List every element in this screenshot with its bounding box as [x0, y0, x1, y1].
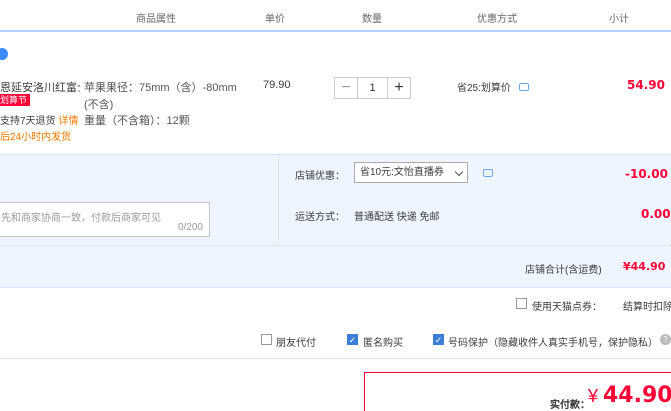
shop-discount-select[interactable]: 省10元:文怡直播券	[354, 162, 468, 183]
promo-tag: 划算节	[0, 94, 31, 106]
service-return: 支持7天退货	[0, 116, 56, 127]
item-attr-weight: 重量（不含箱）：12颗	[84, 115, 190, 127]
shop-badge-icon	[0, 48, 8, 60]
message-counter: 0/200	[177, 222, 203, 233]
item-attr-size-2: (不含)	[84, 99, 114, 111]
buyer-message-input[interactable]: 先和商家协商一致，付款后商家可见 0/200	[0, 202, 210, 237]
anonymous-label: 匿名购买	[363, 338, 403, 349]
item-title[interactable]: 恩延安洛川红富士…	[0, 79, 80, 95]
payment-label: 实付款：	[550, 400, 590, 411]
discount-info-icon[interactable]	[519, 83, 529, 91]
privacy-label: 号码保护（隐藏收件人真实手机号，保护隐私）	[448, 338, 658, 349]
item-subtotal: 54.90	[627, 78, 665, 92]
quantity-stepper: − 1 +	[334, 77, 411, 99]
message-placeholder: 先和商家协商一致，付款后商家可见	[1, 213, 161, 224]
chevron-down-icon	[454, 167, 464, 177]
header-product-attr: 商品属性	[136, 14, 176, 25]
header-unit-price: 单价	[265, 14, 285, 25]
panel-divider-h	[0, 245, 671, 246]
anonymous-checkbox[interactable]: ✓	[347, 334, 358, 345]
item-unit-price: 79.90	[263, 79, 291, 91]
payment-currency: ¥	[588, 386, 599, 406]
settle-text: 结算时扣除	[623, 302, 671, 313]
item-discount: 省25:划算价	[457, 83, 511, 94]
shop-discount-selected: 省10元:文怡直播券	[360, 167, 444, 178]
quantity-minus-button[interactable]: −	[335, 78, 357, 98]
service-ship: 后24小时内发货	[0, 132, 72, 143]
shop-discount-amount: -10.00	[625, 167, 668, 181]
shipping-value: 普通配送 快递 免邮	[354, 212, 440, 223]
service-detail-link[interactable]: 详情	[58, 116, 78, 127]
coupon-info-icon[interactable]	[483, 169, 493, 177]
item-attr-size: 苹果果径：75mm（含）-80mm	[84, 82, 237, 94]
help-icon[interactable]: ?	[660, 334, 671, 345]
options-separator	[0, 358, 671, 359]
header-discount: 优惠方式	[477, 14, 517, 25]
header-subtotal: 小计	[609, 14, 629, 25]
friend-pay-label: 朋友代付	[276, 338, 316, 349]
shop-discount-label: 店铺优惠：	[295, 171, 345, 182]
payment-amount: 44.90	[603, 383, 671, 408]
cart-header: 商品属性 单价 数量 优惠方式 小计	[0, 0, 671, 32]
panel-divider	[278, 154, 279, 246]
tmall-points-checkbox[interactable]	[516, 298, 527, 309]
quantity-plus-button[interactable]: +	[388, 78, 410, 98]
shipping-label: 运送方式：	[295, 212, 345, 223]
shop-total-label: 店铺合计(含运费)	[525, 265, 602, 276]
privacy-checkbox[interactable]: ✓	[433, 334, 444, 345]
shop-total-value: ¥44.90	[623, 260, 666, 273]
header-quantity: 数量	[362, 14, 382, 25]
quantity-input[interactable]: 1	[357, 78, 388, 98]
tmall-points-label: 使用天猫点券：	[532, 302, 602, 313]
friend-pay-checkbox[interactable]	[261, 334, 272, 345]
shipping-amount: 0.00	[641, 207, 671, 221]
